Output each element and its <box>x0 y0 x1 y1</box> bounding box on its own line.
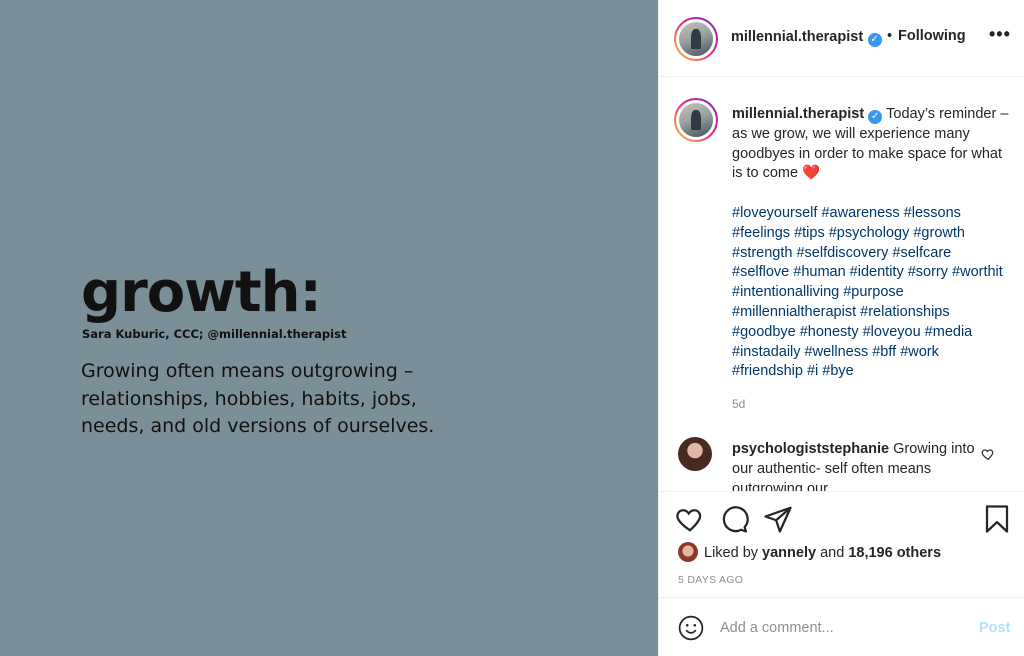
verified-badge-icon: ✓ <box>868 110 883 124</box>
caption-hashtags[interactable]: #loveyourself #awareness #lessons #feeli… <box>732 204 1010 382</box>
comment-icon[interactable] <box>719 504 749 534</box>
verified-badge-icon: ✓ <box>867 33 882 47</box>
author-username-link[interactable]: millennial.therapist ✓ <box>731 28 882 47</box>
post-details-panel: millennial.therapist ✓ • Following ••• m… <box>658 0 1024 656</box>
likes-count-link[interactable]: 18,196 others <box>848 545 941 561</box>
caption-timestamp[interactable]: 5d <box>732 397 745 411</box>
liked-by-prefix: Liked by <box>704 545 759 561</box>
image-body-text: Growing often means outgrowing – relatio… <box>81 360 435 437</box>
caption-avatar[interactable] <box>674 98 718 142</box>
post-header: millennial.therapist ✓ • Following ••• <box>659 0 1024 77</box>
liked-by-and: and <box>820 545 845 561</box>
liker-avatar[interactable] <box>678 542 698 562</box>
likes-summary: Liked by yannely and 18,196 others <box>678 542 941 562</box>
smiley-icon[interactable] <box>678 615 704 641</box>
post-caption: millennial.therapist ✓ Today’s reminder – … <box>732 105 1010 382</box>
following-button[interactable]: Following <box>898 28 966 44</box>
caption-username[interactable]: millennial.therapist <box>732 106 864 122</box>
add-comment-bar: Post <box>659 597 1024 656</box>
author-username[interactable]: millennial.therapist <box>731 29 863 45</box>
comments-section[interactable]: millennial.therapist ✓ Today’s reminder – … <box>659 77 1024 491</box>
comment-item: psychologiststephanie Growing into our au… <box>732 440 977 491</box>
header-separator: • <box>887 28 893 44</box>
post-comment-button[interactable]: Post <box>979 620 1010 636</box>
liked-by-user[interactable]: yannely <box>762 545 816 561</box>
post-image[interactable]: growth: Sara Kuburic, CCC; @millennial.t… <box>0 0 658 656</box>
more-options-icon[interactable]: ••• <box>989 24 1011 45</box>
post-date[interactable]: 5 DAYS AGO <box>678 574 743 586</box>
commenter-avatar[interactable] <box>678 437 712 471</box>
image-author-text: Sara Kuburic, CCC; @millennial.therapist <box>82 327 347 341</box>
author-avatar[interactable] <box>674 17 718 61</box>
bookmark-icon[interactable] <box>982 504 1012 534</box>
heart-icon[interactable] <box>675 504 705 534</box>
comment-like-heart-icon[interactable] <box>981 447 995 461</box>
post-actions: Liked by yannely and 18,196 others 5 DAY… <box>659 491 1024 597</box>
comment-input[interactable] <box>720 617 960 639</box>
image-title-text: growth: <box>81 260 322 325</box>
share-icon[interactable] <box>763 504 793 534</box>
commenter-username[interactable]: psychologiststephanie <box>732 441 889 457</box>
